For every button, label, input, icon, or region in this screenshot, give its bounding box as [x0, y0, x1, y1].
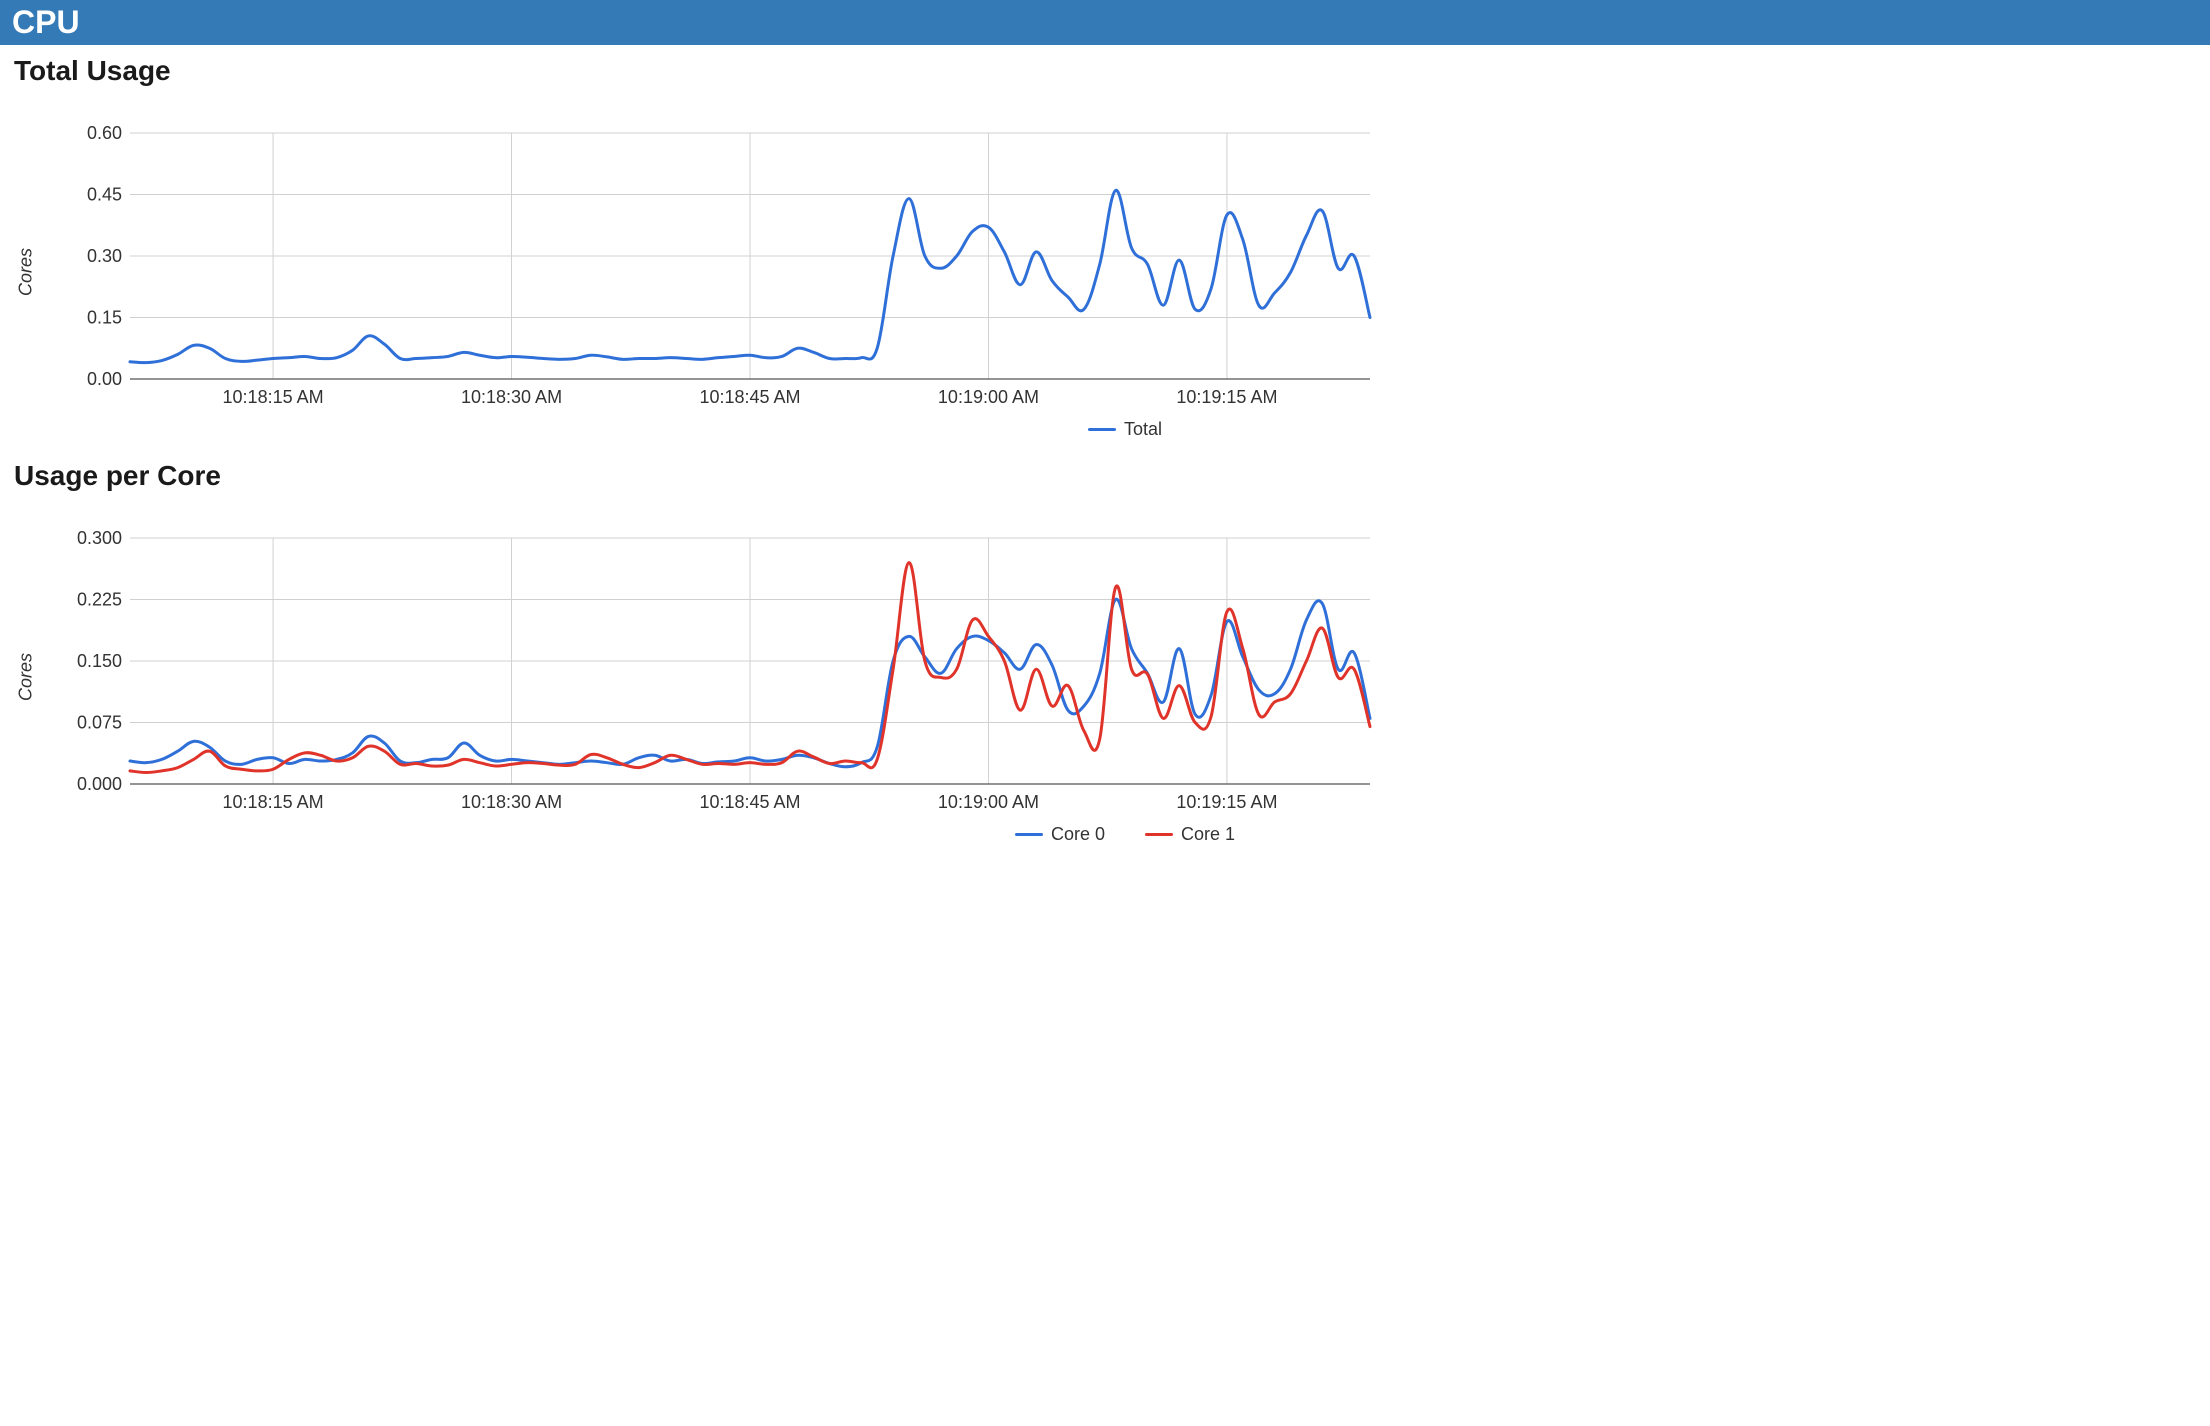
- chart-percore-svg: 0.000 0.075 0.150 0.225 0.300 10:18:15 AM 10:1…: [60, 518, 1380, 818]
- svg-text:0.075: 0.075: [77, 713, 122, 733]
- svg-text:0.30: 0.30: [87, 246, 122, 266]
- legend-label-core1: Core 1: [1181, 824, 1235, 845]
- svg-text:0.15: 0.15: [87, 308, 122, 328]
- section-title-percore: Usage per Core: [14, 460, 2210, 492]
- chart-total-usage: Cores 0.00 0.15 0.30 0.45 0.60 10:18:15 AM 10:…: [0, 93, 2210, 450]
- svg-text:10:18:30 AM: 10:18:30 AM: [461, 792, 562, 812]
- svg-text:0.225: 0.225: [77, 590, 122, 610]
- legend-total: Total: [60, 419, 2190, 440]
- svg-text:10:19:15 AM: 10:19:15 AM: [1176, 387, 1277, 407]
- legend-swatch-core1: [1145, 833, 1173, 836]
- ylabel-total: Cores: [16, 247, 37, 295]
- legend-label-core0: Core 0: [1051, 824, 1105, 845]
- svg-text:10:19:15 AM: 10:19:15 AM: [1176, 792, 1277, 812]
- svg-text:0.45: 0.45: [87, 185, 122, 205]
- svg-text:10:18:45 AM: 10:18:45 AM: [699, 792, 800, 812]
- svg-text:10:18:30 AM: 10:18:30 AM: [461, 387, 562, 407]
- banner: CPU: [0, 0, 2210, 45]
- section-title-total: Total Usage: [14, 55, 2210, 87]
- svg-text:10:18:45 AM: 10:18:45 AM: [699, 387, 800, 407]
- svg-text:0.000: 0.000: [77, 774, 122, 794]
- legend-item-core1: Core 1: [1145, 824, 1235, 845]
- svg-text:10:19:00 AM: 10:19:00 AM: [938, 387, 1039, 407]
- legend-item-total: Total: [1088, 419, 1162, 440]
- chart-per-core: Cores 0.000 0.075 0.150 0.225 0.300 10:18:15 …: [0, 498, 2210, 855]
- banner-title: CPU: [12, 4, 80, 40]
- legend-swatch-total: [1088, 428, 1116, 431]
- chart-total-svg: 0.00 0.15 0.30 0.45 0.60 10:18:15 AM 10:18:30 …: [60, 113, 1380, 413]
- svg-text:0.00: 0.00: [87, 369, 122, 389]
- ylabel-percore: Cores: [16, 652, 37, 700]
- legend-swatch-core0: [1015, 833, 1043, 836]
- svg-text:0.300: 0.300: [77, 528, 122, 548]
- legend-label-total: Total: [1124, 419, 1162, 440]
- legend-percore: Core 0 Core 1: [60, 824, 2190, 845]
- svg-text:0.60: 0.60: [87, 123, 122, 143]
- svg-text:0.150: 0.150: [77, 651, 122, 671]
- legend-item-core0: Core 0: [1015, 824, 1105, 845]
- svg-text:10:18:15 AM: 10:18:15 AM: [223, 792, 324, 812]
- svg-text:10:19:00 AM: 10:19:00 AM: [938, 792, 1039, 812]
- svg-text:10:18:15 AM: 10:18:15 AM: [223, 387, 324, 407]
